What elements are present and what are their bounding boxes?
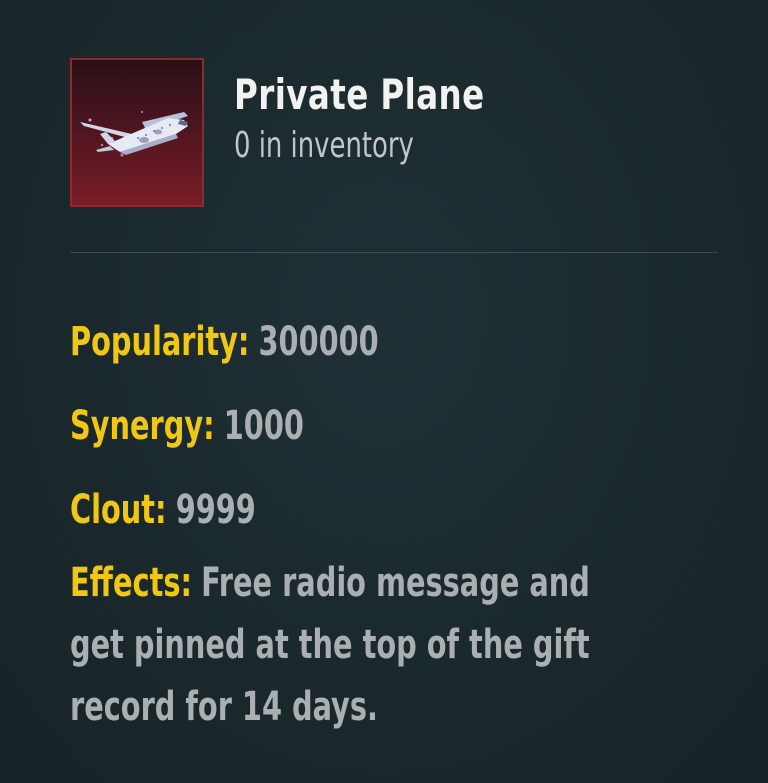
effects-text-3: record for 14 days. [70, 684, 378, 730]
effects-text-2: get pinned at the top of the gift [70, 622, 590, 668]
stat-value-popularity: 300000 [258, 319, 379, 365]
stat-label-synergy: Synergy: [70, 403, 215, 449]
stat-label-effects: Effects: [70, 560, 193, 606]
stat-value-clout: 9999 [175, 487, 256, 533]
item-info: Private Plane 0 in inventory [234, 70, 525, 167]
stat-clout: Clout: 9999 [70, 468, 590, 552]
stat-label-popularity: Popularity: [70, 319, 250, 365]
stat-popularity: Popularity: 300000 [70, 300, 590, 384]
stat-synergy: Synergy: 1000 [70, 384, 590, 468]
effects-line-1: Effects: Free radio message and [70, 552, 646, 614]
private-plane-icon [70, 58, 204, 207]
item-title: Private Plane [234, 70, 485, 119]
effects-text-1: Free radio message and [201, 560, 590, 606]
divider [70, 252, 718, 253]
stat-effects: Effects: Free radio message and get pinn… [70, 552, 646, 738]
item-inventory-count: 0 in inventory [234, 125, 414, 167]
stat-label-clout: Clout: [70, 487, 167, 533]
item-detail-panel: Private Plane 0 in inventory Popularity:… [0, 0, 768, 783]
item-header: Private Plane 0 in inventory [70, 58, 525, 207]
item-stats: Popularity: 300000 Synergy: 1000 Clout: … [70, 300, 720, 552]
stat-value-synergy: 1000 [223, 403, 304, 449]
